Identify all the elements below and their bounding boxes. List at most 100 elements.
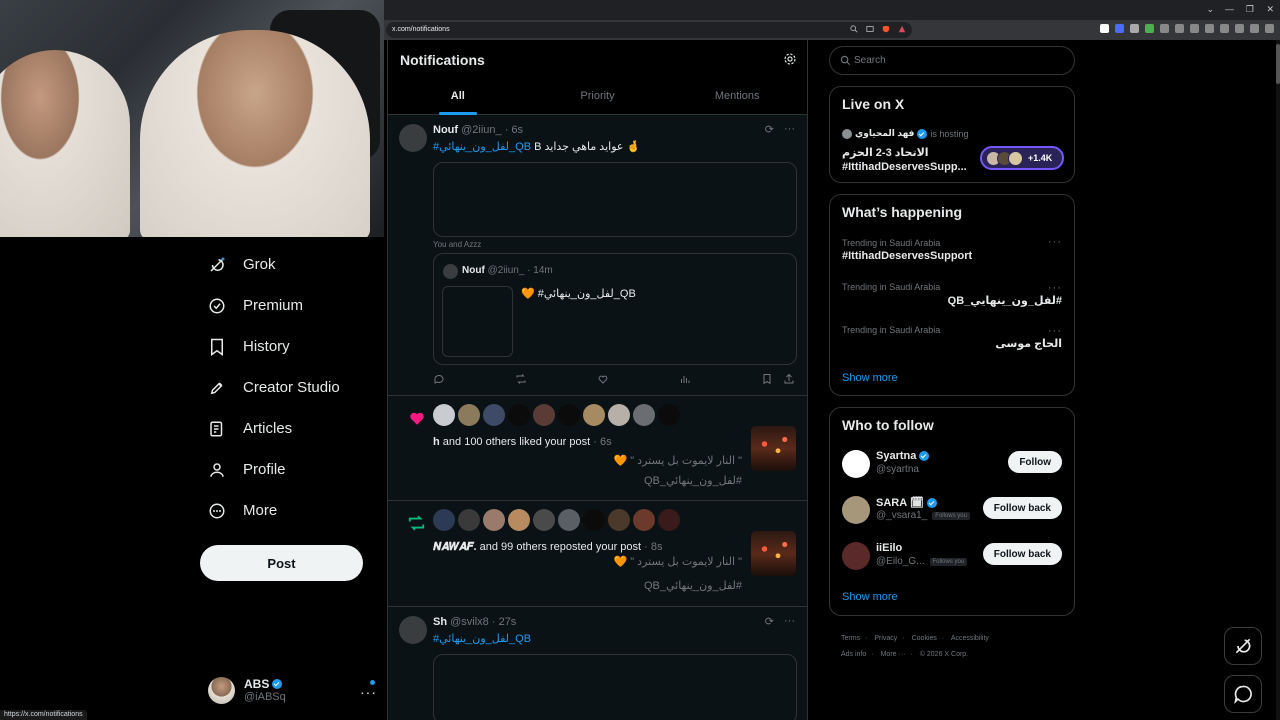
live-listeners-pill[interactable]: +1.4K (980, 146, 1064, 170)
messages-float-button[interactable] (1224, 675, 1262, 713)
media-placeholder[interactable] (433, 654, 797, 720)
more-icon[interactable]: ··· (784, 123, 795, 136)
extension-icon[interactable] (1115, 24, 1124, 33)
avatar[interactable] (633, 404, 655, 426)
actor-name[interactable]: 𝑵𝑨𝑾𝑨𝑭. (433, 541, 477, 553)
avatar[interactable] (842, 450, 870, 478)
menu-icon[interactable] (1265, 24, 1274, 33)
tab-list-icon[interactable]: ⌄ (1206, 4, 1214, 15)
media-placeholder[interactable] (433, 162, 797, 237)
minimize-icon[interactable]: — (1225, 4, 1234, 14)
avatar[interactable] (608, 509, 630, 531)
more-icon[interactable]: ··· (1048, 282, 1062, 294)
trend-item[interactable]: Trending in Saudi Arabia #IttihadDeserve… (842, 236, 1062, 262)
nav-item-history[interactable]: History (200, 326, 380, 367)
zoom-icon[interactable] (850, 25, 858, 33)
quoted-post[interactable]: Nouf @2iiun_ · 14m 🧡 #لفل_ون_ينهائي_QB (433, 253, 797, 365)
avatar[interactable] (483, 404, 505, 426)
reply-icon[interactable] (433, 373, 445, 385)
nav-item-grok[interactable]: Grok (200, 244, 380, 285)
tab-priority[interactable]: Priority (528, 80, 668, 115)
avatar[interactable] (433, 404, 455, 426)
follow-button[interactable]: Follow (1008, 451, 1062, 473)
avatar[interactable] (533, 509, 555, 531)
search-input[interactable]: Search (829, 46, 1075, 75)
rewards-icon[interactable] (898, 25, 906, 33)
post-thumbnail[interactable] (751, 426, 796, 471)
avatar[interactable] (483, 509, 505, 531)
footer-link-accessibility[interactable]: Accessibility (951, 635, 989, 642)
author-name[interactable]: Nouf (433, 124, 458, 136)
more-icon[interactable]: ··· (784, 615, 795, 628)
music-icon[interactable] (1190, 24, 1199, 33)
trend-item[interactable]: Trending in Saudi Arabia #لفل_ون_ينهايي_… (842, 282, 1062, 307)
repost-icon[interactable] (515, 373, 527, 385)
address-bar[interactable]: x.com/notifications (386, 22, 912, 38)
notification-item[interactable]: Nouf @2iiun_ · 6s ⟳ ··· #لفل_ون_ينهائي_Q… (388, 115, 807, 396)
footer-link-ads-info[interactable]: Ads info (841, 651, 866, 658)
follow-back-button[interactable]: Follow back (982, 497, 1062, 519)
extension-icon[interactable] (1145, 24, 1154, 33)
gear-icon[interactable] (783, 52, 797, 66)
page-scrollbar[interactable] (1276, 40, 1280, 720)
wallet-icon[interactable] (1220, 24, 1229, 33)
avatar[interactable] (508, 404, 530, 426)
nav-item-profile[interactable]: Profile (200, 449, 380, 490)
account-switcher[interactable]: ABS @iABSq ··· (208, 674, 378, 706)
nav-item-more[interactable]: More (200, 490, 380, 531)
extension-icon[interactable] (1130, 24, 1139, 33)
close-icon[interactable]: ✕ (1266, 4, 1274, 15)
notification-item[interactable]: 𝑵𝑨𝑾𝑨𝑭. and 99 others reposted your post … (388, 501, 807, 607)
avatar[interactable] (842, 542, 870, 570)
brave-shield-icon[interactable] (882, 25, 890, 33)
grok-float-button[interactable] (1224, 627, 1262, 665)
share-icon[interactable] (783, 373, 795, 385)
nav-item-articles[interactable]: Articles (200, 408, 380, 449)
avatar[interactable] (558, 404, 580, 426)
show-more-link[interactable]: Show more (842, 372, 898, 384)
avatar[interactable] (558, 509, 580, 531)
grok-icon[interactable]: ⟳ (765, 123, 774, 136)
avatar[interactable] (399, 616, 427, 644)
grok-icon[interactable]: ⟳ (765, 615, 774, 628)
avatar[interactable] (458, 509, 480, 531)
notification-item[interactable]: h and 100 others liked your post · 6s " … (388, 396, 807, 501)
follow-suggestion[interactable]: iiEilo @Eilo_G... Follows you Follow back (842, 540, 1062, 574)
quote-media[interactable] (442, 286, 513, 357)
follow-suggestion[interactable]: SARA 🗓 @_vsara1_ Follows you Follow back (842, 494, 1062, 528)
avatar[interactable] (658, 509, 680, 531)
bookmark-icon[interactable] (761, 373, 773, 385)
tab-all[interactable]: All (388, 80, 528, 115)
extension-icon[interactable] (1100, 24, 1109, 33)
hashtag-link[interactable]: #لفل_ون_ينهائي_QB (433, 633, 531, 645)
puzzle-icon[interactable] (1175, 24, 1184, 33)
extension-icon[interactable] (1160, 24, 1169, 33)
footer-link-privacy[interactable]: Privacy (874, 635, 897, 642)
live-on-x-card[interactable]: Live on X فهد المحياوي is hosting الاتحا… (829, 86, 1075, 183)
scrollbar-thumb[interactable] (1276, 44, 1280, 84)
maximize-icon[interactable]: ❐ (1246, 4, 1254, 15)
footer-link-terms[interactable]: Terms (841, 635, 860, 642)
avatar[interactable] (458, 404, 480, 426)
vpn-icon[interactable] (1250, 24, 1259, 33)
avatar[interactable] (583, 509, 605, 531)
avatar[interactable] (842, 496, 870, 524)
trend-item[interactable]: Trending in Saudi Arabia الحاج موسى ··· (842, 325, 1062, 350)
nav-item-creator-studio[interactable]: Creator Studio (200, 367, 380, 408)
like-icon[interactable] (597, 373, 609, 385)
avatar[interactable] (658, 404, 680, 426)
more-icon[interactable]: ··· (1048, 325, 1062, 337)
avatar[interactable] (508, 509, 530, 531)
follow-suggestion[interactable]: Syartna @syartna Follow (842, 448, 1062, 482)
views-icon[interactable] (679, 373, 691, 385)
avatar[interactable] (433, 509, 455, 531)
tab-mentions[interactable]: Mentions (667, 80, 807, 115)
avatar[interactable] (399, 124, 427, 152)
author-name[interactable]: Sh (433, 616, 447, 628)
actor-name[interactable]: h (433, 436, 440, 448)
sidebar-icon[interactable] (1205, 24, 1214, 33)
footer-link-cookies[interactable]: Cookies (912, 635, 937, 642)
avatar[interactable] (583, 404, 605, 426)
nav-item-premium[interactable]: Premium (200, 285, 380, 326)
avatar[interactable] (633, 509, 655, 531)
